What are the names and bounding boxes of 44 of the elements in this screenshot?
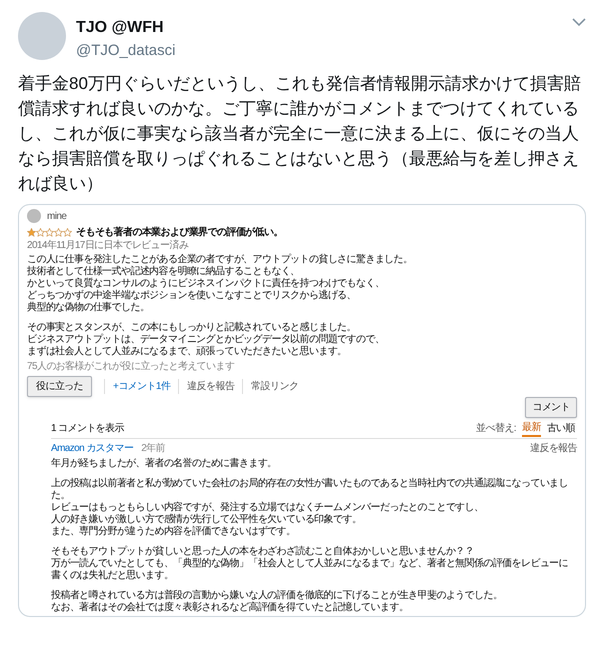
- comment-link[interactable]: +コメント1件: [104, 378, 178, 394]
- text-line: 万が一読んでいたとしても、「典型的な偽物」「社会人として人並みになるまで」など、著者と無関係の評価をレビューに書くのは失礼だと思います。: [51, 558, 570, 582]
- text-line: 人の好き嫌いが激しい方で感情が先行して公平性を欠いている印象です。: [51, 514, 362, 526]
- avatar[interactable]: [18, 12, 66, 60]
- text-line: かといって良質なコンサルのようにビジネスインパクトに責任を持つわけでもなく、: [27, 278, 386, 290]
- sort-option[interactable]: 古い順: [546, 420, 575, 436]
- text-line: 2014年11月17日に日本でレビュー済み: [27, 240, 190, 252]
- text-line: 投稿者と噂されている方は普段の言動から嫌いな人の評価を徹底的に下げることが生き甲斐のようでした。: [51, 590, 504, 600]
- star-icon: [36, 228, 45, 236]
- action-link[interactable]: 常設リンク: [242, 378, 306, 394]
- text-line: ビジネスアウトプットは、データマイニングとかビッグデータ以前の問題ですので、: [27, 334, 386, 346]
- helpful-button[interactable]: 役に立った: [27, 376, 92, 396]
- comment-button[interactable]: コメント: [525, 396, 577, 418]
- text-line: そもそもアウトプットが貧しいと思った人の本をわざわざ読むこと自体おかしいと思いませんか？？: [51, 546, 476, 558]
- comment-age: 2年前: [141, 442, 166, 456]
- text-line: 技術者として仕様一式や記述内容を明瞭に納品することもなく、: [27, 266, 301, 278]
- star-icon: [63, 228, 72, 236]
- comment-author[interactable]: Amazon カスタマー: [51, 440, 134, 456]
- reviewer-avatar: [27, 209, 41, 223]
- reviewer-name: mine: [47, 210, 66, 224]
- comments-header[interactable]: 1 コメントを表示: [51, 420, 124, 436]
- text-line: まずは社会人として人並みになるまで、頑張っていただきたいと思います。: [27, 346, 348, 358]
- text-line: その事実とスタンスが、この本にもしっかりと記載されていると感じました。: [27, 322, 358, 334]
- text-line: 年月が経ちましたが、著者の名誉のために書きます。: [51, 458, 278, 470]
- text-line: 典型的な偽物の仕事でした。: [27, 302, 150, 314]
- text-line: また、専門分野が違うため内容を評価できないはずです。: [51, 526, 296, 538]
- text-line: レビューはもっともらしい内容ですが、発注する立場ではなくチームメンバーだったとのことですし、: [51, 502, 484, 514]
- chevron-down-icon[interactable]: [572, 18, 586, 27]
- report-link[interactable]: 違反を報告: [530, 440, 577, 456]
- text-line: この人に仕事を発注したことがある企業の者ですが、アウトプットの貧しさに驚きました。: [27, 254, 414, 266]
- star-icon: [27, 228, 36, 236]
- sort-option[interactable]: 最新: [522, 420, 541, 436]
- text-line: 上の投稿は以前著者と私が勤めていた会社のお局的存在の女性が書いたものであると当時社内での共通認識になっていました。: [51, 478, 570, 502]
- text-line: なお、著者はその会社では度々表彰されるなど高評価を得ていたと記憶しています。: [51, 602, 408, 614]
- text-line: 75人のお客様がこれが役に立ったと考えています: [27, 360, 236, 372]
- sort-label: 並べ替え:: [476, 422, 516, 436]
- action-link[interactable]: 違反を報告: [178, 378, 242, 394]
- user-handle[interactable]: @TJO_datasci: [76, 40, 176, 62]
- tweet-text: 着手金80万円ぐらいだというし、これも発信者情報開示請求かけて損害賠償請求すれば良いのかな。ご丁寧に誰かがコメントまでつけてくれているし、これが仮に事実なら該当者が完全に一意に決まる上に、仮にその当人なら損害賠償を取りっぱぐれることはないと思う（最悪給与を差し押さえれば良い）: [18, 72, 582, 194]
- review-title[interactable]: そもそも著者の本業および業界での評価が低い。: [76, 224, 283, 240]
- display-name[interactable]: TJO @WFH: [76, 16, 176, 40]
- text-line: どっちつかずの中途半端なポジションを使いこなすことでリスクから逃げる、: [27, 290, 358, 302]
- star-icon: [54, 228, 63, 236]
- star-icon: [45, 228, 54, 236]
